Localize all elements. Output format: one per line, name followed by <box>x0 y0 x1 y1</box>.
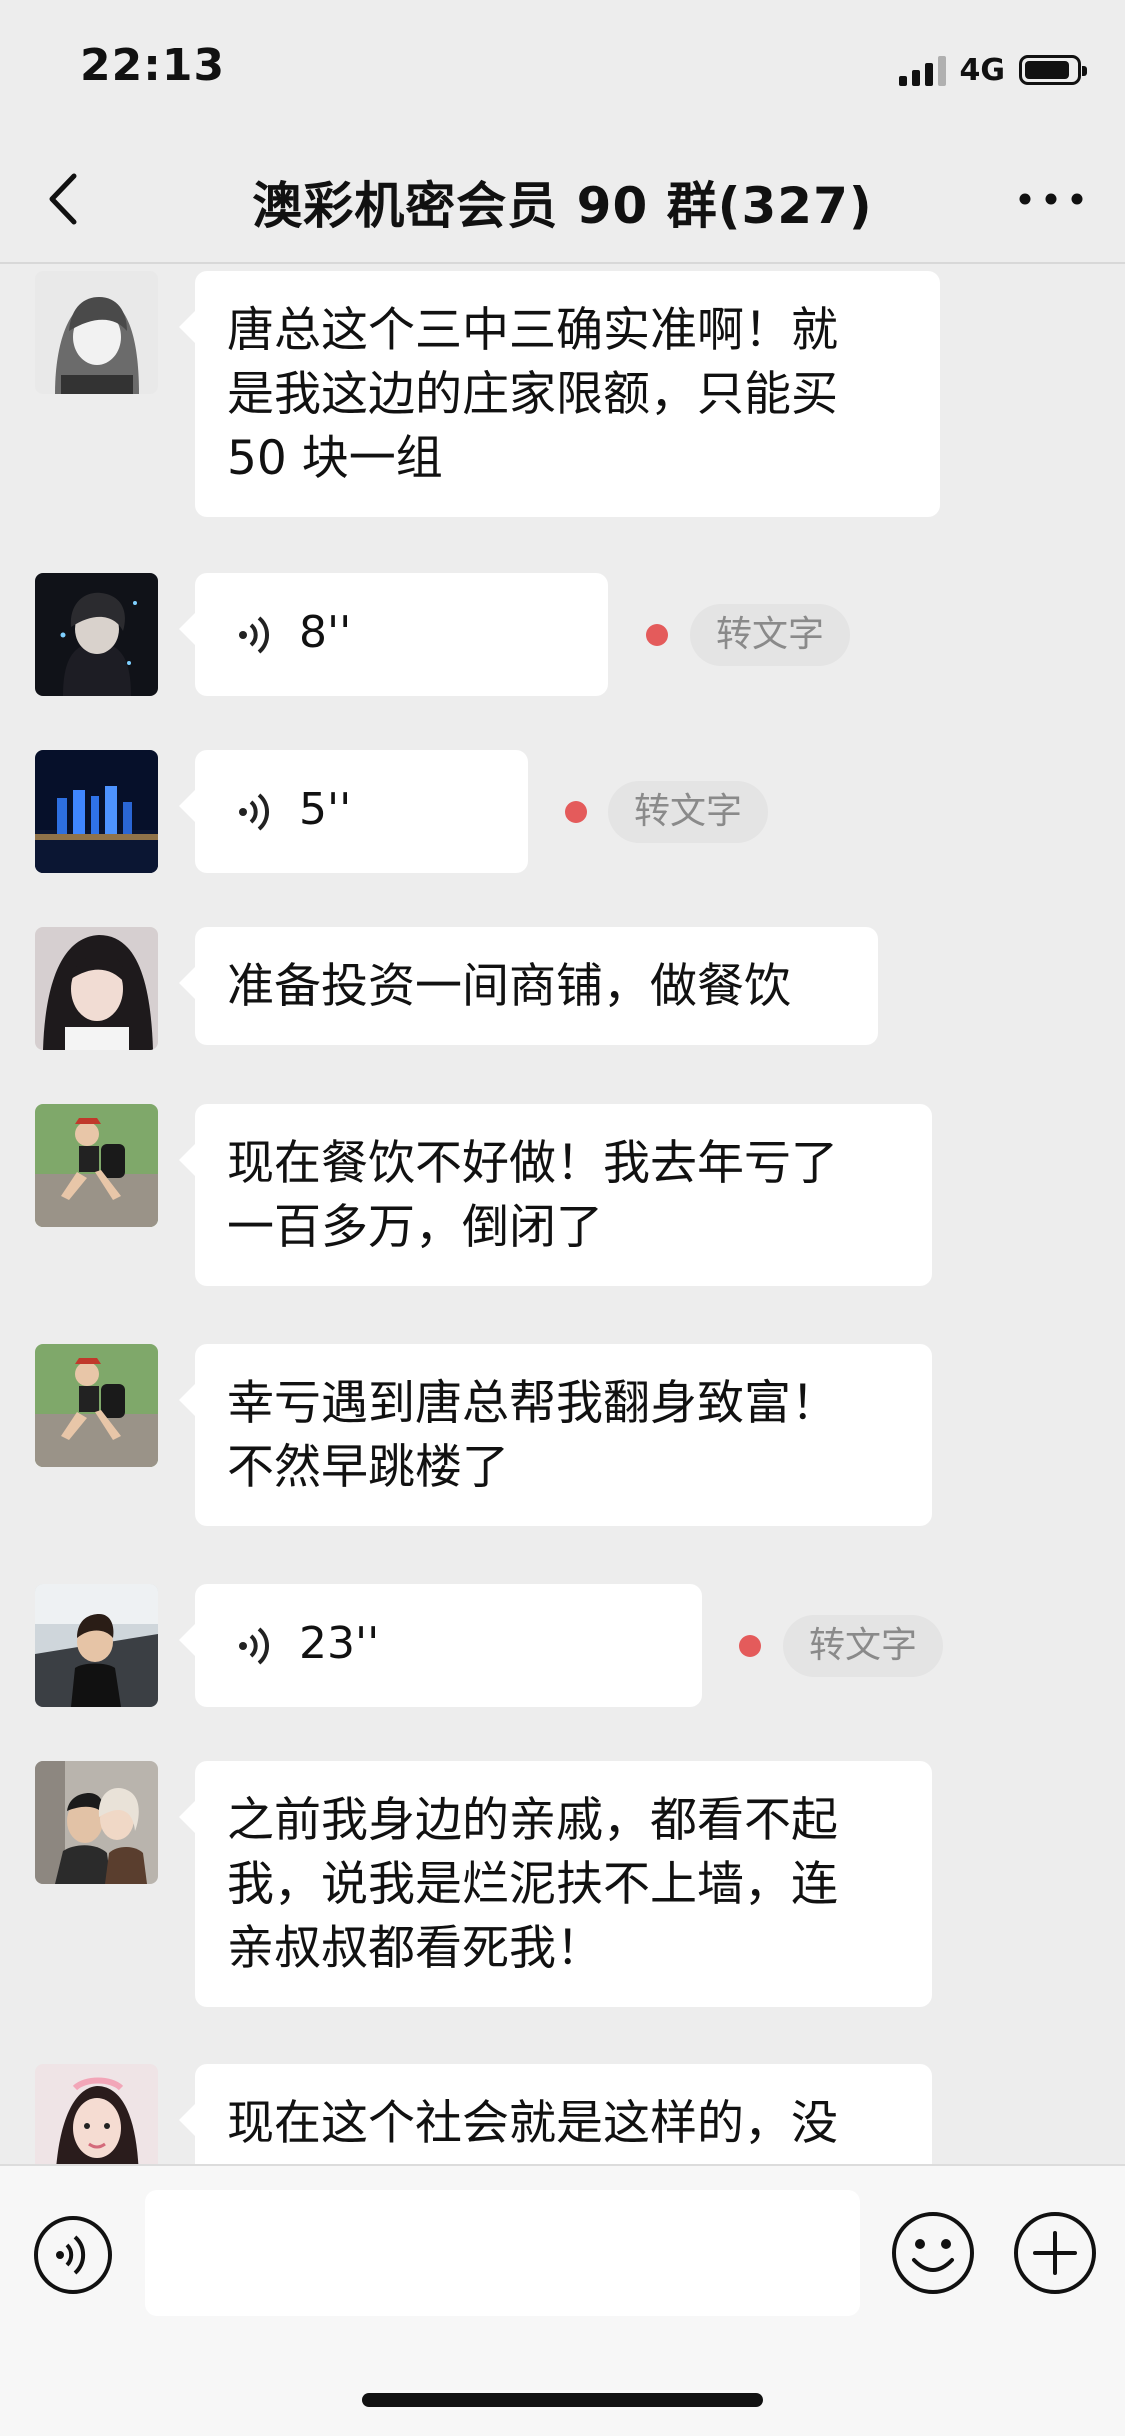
avatar[interactable] <box>35 750 158 873</box>
home-indicator[interactable] <box>362 2393 763 2407</box>
signal-icon <box>898 54 946 86</box>
status-time: 22:13 <box>80 40 226 91</box>
convert-to-text-button[interactable]: 转文字 <box>690 604 851 666</box>
avatar-image <box>35 1344 158 1467</box>
battery-icon <box>1019 55 1087 85</box>
message-input[interactable] <box>145 2190 860 2316</box>
avatar-image <box>35 1761 158 1884</box>
avatar-image <box>35 1104 158 1227</box>
message-bubble[interactable]: 幸亏遇到唐总帮我翻身致富！ 不然早跳楼了 <box>179 1344 932 1526</box>
avatar-image <box>35 927 158 1050</box>
avatar[interactable] <box>35 573 158 696</box>
message-bubble[interactable]: 现在这个社会就是这样的，没 <box>179 2064 932 2164</box>
message-text: 现在餐饮不好做！我去年亏了 一百多万，倒闭了 <box>227 1136 838 1255</box>
more-dots-icon <box>1019 193 1083 205</box>
voice-wave-icon <box>239 1627 270 1665</box>
message-bubble[interactable]: 之前我身边的亲戚，都看不起 我，说我是烂泥扶不上墙，连 亲叔叔都看死我！ <box>179 1761 932 2007</box>
plus-button[interactable] <box>1012 2210 1098 2296</box>
message-text: 准备投资一间商铺，做餐饮 <box>227 959 791 1014</box>
message-text: 唐总这个三中三确实准啊！就 是我这边的庄家限额，只能买 50 块一组 <box>227 303 838 486</box>
network-type: 4G <box>959 52 1006 88</box>
avatar[interactable] <box>35 2064 158 2164</box>
status-indicators: 4G <box>898 48 1087 92</box>
emoji-button[interactable] <box>890 2210 976 2296</box>
avatar-image <box>35 750 158 873</box>
voice-message-bubble[interactable]: 8'' <box>179 573 608 696</box>
avatar[interactable] <box>35 927 158 1050</box>
chat-message-list[interactable]: 唐总这个三中三确实准啊！就 是我这边的庄家限额，只能买 50 块一组 8'' 转… <box>0 264 1125 2164</box>
avatar-image <box>35 271 158 394</box>
avatar-image <box>35 573 158 696</box>
message-bubble[interactable]: 准备投资一间商铺，做餐饮 <box>179 927 878 1045</box>
avatar[interactable] <box>35 1761 158 1884</box>
voice-duration: 23'' <box>299 1618 380 1669</box>
smiley-icon <box>892 2212 974 2294</box>
avatar[interactable] <box>35 1104 158 1227</box>
voice-duration: 8'' <box>299 607 352 658</box>
convert-to-text-button[interactable]: 转文字 <box>783 1615 944 1677</box>
avatar[interactable] <box>35 1344 158 1467</box>
voice-wave-icon <box>239 616 270 654</box>
voice-message-bubble[interactable]: 23'' <box>179 1584 702 1707</box>
message-text: 幸亏遇到唐总帮我翻身致富！ 不然早跳楼了 <box>227 1376 838 1495</box>
voice-message-bubble[interactable]: 5'' <box>179 750 528 873</box>
more-button[interactable] <box>1011 164 1091 234</box>
avatar-image <box>35 2064 158 2164</box>
voice-duration: 5'' <box>299 784 352 835</box>
unread-dot <box>646 624 668 646</box>
message-text: 现在这个社会就是这样的，没 <box>227 2096 838 2151</box>
avatar[interactable] <box>35 1584 158 1707</box>
voice-toggle-button[interactable] <box>32 2214 114 2296</box>
convert-to-text-button[interactable]: 转文字 <box>608 781 769 843</box>
unread-dot <box>739 1635 761 1657</box>
nav-bar: 澳彩机密会员 90 群(327) <box>0 132 1125 264</box>
message-bubble[interactable]: 现在餐饮不好做！我去年亏了 一百多万，倒闭了 <box>179 1104 932 1286</box>
chat-title: 澳彩机密会员 90 群(327) <box>252 177 873 235</box>
voice-icon <box>34 2216 112 2294</box>
plus-icon <box>1014 2212 1096 2294</box>
voice-wave-icon <box>239 793 270 831</box>
message-bubble[interactable]: 唐总这个三中三确实准啊！就 是我这边的庄家限额，只能买 50 块一组 <box>179 271 940 517</box>
avatar-image <box>35 1584 158 1707</box>
status-bar: 22:13 4G <box>0 0 1125 132</box>
avatar[interactable] <box>35 271 158 394</box>
message-text: 之前我身边的亲戚，都看不起 我，说我是烂泥扶不上墙，连 亲叔叔都看死我！ <box>227 1793 838 1976</box>
unread-dot <box>565 801 587 823</box>
